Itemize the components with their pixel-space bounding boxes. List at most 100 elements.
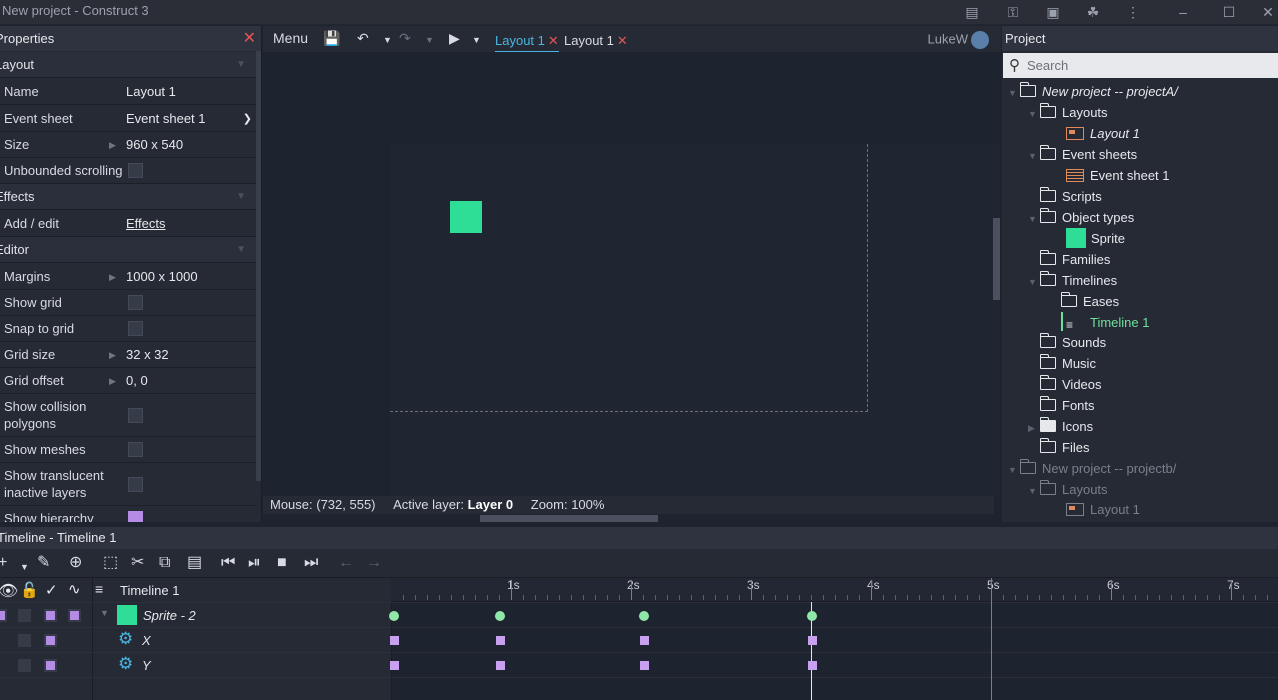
sprite-instance[interactable] bbox=[450, 201, 482, 233]
collapse-icon[interactable]: ▼ bbox=[236, 52, 246, 78]
tree-event-sheet-1[interactable]: Event sheet 1 bbox=[1066, 165, 1170, 186]
expand-arrow-icon[interactable]: ▼ bbox=[1028, 209, 1040, 230]
arrow-left-icon[interactable]: ← bbox=[338, 554, 354, 572]
add-keyframe-icon[interactable]: ⊕ bbox=[69, 554, 82, 572]
track-row-y[interactable]: ⚙ Y bbox=[0, 653, 1278, 678]
property-toggle[interactable] bbox=[18, 634, 31, 647]
property-keyframe[interactable] bbox=[390, 661, 399, 670]
tree-eases[interactable]: Eases bbox=[1060, 291, 1119, 312]
track-toggle[interactable] bbox=[18, 609, 31, 622]
tree-object-types[interactable]: ▼ Object types bbox=[1028, 207, 1134, 228]
property-keyframe[interactable] bbox=[390, 636, 399, 645]
collision-checkbox[interactable] bbox=[128, 408, 143, 423]
property-keyframe[interactable] bbox=[496, 661, 505, 670]
tree-videos[interactable]: Videos bbox=[1039, 374, 1102, 395]
collapse-icon[interactable]: ▼ bbox=[236, 184, 246, 210]
playhead[interactable] bbox=[991, 578, 992, 700]
expand-arrow-icon[interactable]: ▼ bbox=[1008, 83, 1020, 104]
expand-arrow-icon[interactable]: ▼ bbox=[1028, 272, 1040, 293]
more-menu-icon[interactable]: ⋮ bbox=[1123, 2, 1143, 22]
tree-event-sheets[interactable]: ▼ Event sheets bbox=[1028, 144, 1137, 165]
tree-scripts[interactable]: Scripts bbox=[1039, 186, 1102, 207]
tab-layout-1-second[interactable]: Layout 1 ✕ bbox=[564, 33, 628, 49]
hierarchy-checkbox[interactable] bbox=[128, 511, 143, 522]
property-toggle[interactable] bbox=[18, 659, 31, 672]
tree-files[interactable]: Files bbox=[1039, 437, 1089, 458]
expand-arrow-icon[interactable]: ▼ bbox=[1028, 146, 1040, 167]
tree-sounds[interactable]: Sounds bbox=[1039, 332, 1106, 353]
paste-icon[interactable]: ▤ bbox=[187, 554, 202, 572]
unbounded-checkbox[interactable] bbox=[128, 163, 143, 178]
collapse-track-icon[interactable]: ▼ bbox=[100, 608, 109, 618]
chevron-down-icon[interactable]: ❯ bbox=[243, 106, 252, 132]
skip-end-icon[interactable]: ⏭ bbox=[304, 554, 318, 572]
redo-icon[interactable]: ↷ bbox=[399, 30, 411, 47]
keyframe[interactable] bbox=[639, 611, 649, 621]
property-toggle[interactable] bbox=[44, 659, 57, 672]
close-tab-icon[interactable]: ✕ bbox=[548, 33, 559, 48]
expand-arrow-icon[interactable]: ▼ bbox=[1028, 104, 1040, 125]
keyframe[interactable] bbox=[389, 611, 399, 621]
addons-icon[interactable]: ☘ bbox=[1083, 2, 1103, 22]
expand-icon[interactable]: ▶ bbox=[109, 368, 116, 394]
tree-layouts[interactable]: ▼ Layouts bbox=[1028, 102, 1108, 123]
property-toggle[interactable] bbox=[44, 634, 57, 647]
key-icon[interactable]: ⚿ bbox=[1003, 2, 1023, 22]
show-grid-checkbox[interactable] bbox=[128, 295, 143, 310]
property-keyframe[interactable] bbox=[808, 636, 817, 645]
user-account[interactable]: LukeW bbox=[928, 31, 989, 49]
add-icon[interactable]: + bbox=[0, 554, 7, 572]
keyframe[interactable] bbox=[807, 611, 817, 621]
visibility-eye-icon[interactable]: 👁 bbox=[0, 581, 18, 601]
collapse-icon[interactable]: ▼ bbox=[236, 237, 246, 263]
undo-icon[interactable]: ↶ bbox=[357, 30, 369, 47]
property-keyframe[interactable] bbox=[496, 636, 505, 645]
snap-grid-checkbox[interactable] bbox=[128, 321, 143, 336]
tree-timelines[interactable]: ▼ Timelines bbox=[1028, 270, 1117, 291]
keyframe[interactable] bbox=[495, 611, 505, 621]
meshes-checkbox[interactable] bbox=[128, 442, 143, 457]
close-tab-icon[interactable]: ✕ bbox=[617, 33, 628, 48]
tree-project-a[interactable]: ▼ New project -- projectA/ bbox=[1008, 81, 1178, 102]
section-effects[interactable]: Effects ▼ bbox=[0, 184, 256, 210]
translucent-checkbox[interactable] bbox=[128, 477, 143, 492]
play-dropdown-icon[interactable]: ▼ bbox=[472, 35, 481, 45]
track-toggle[interactable] bbox=[0, 609, 7, 622]
track-toggle[interactable] bbox=[68, 609, 81, 622]
expand-arrow-icon[interactable]: ▼ bbox=[1008, 460, 1020, 481]
expand-icon[interactable]: ▶ bbox=[109, 132, 116, 158]
edit-pencil-icon[interactable]: ✎ bbox=[37, 554, 50, 572]
tree-music[interactable]: Music bbox=[1039, 353, 1096, 374]
check-icon[interactable]: ✓ bbox=[45, 581, 58, 599]
expand-icon[interactable]: ▶ bbox=[109, 342, 116, 368]
cut-icon[interactable]: ✂ bbox=[131, 554, 144, 572]
property-keyframe[interactable] bbox=[808, 661, 817, 670]
save-icon[interactable]: 💾 bbox=[323, 30, 340, 47]
tab-layout-1[interactable]: Layout 1 ✕ bbox=[495, 33, 559, 53]
section-layout[interactable]: Layout ▼ bbox=[0, 52, 256, 78]
expand-arrow-icon[interactable]: ▶ bbox=[1028, 418, 1040, 439]
lock-icon[interactable]: 🔓 bbox=[20, 581, 39, 599]
skip-start-icon[interactable]: ⏮ bbox=[221, 554, 235, 572]
tree-layout-1[interactable]: Layout 1 bbox=[1066, 123, 1140, 144]
file-sync-icon[interactable]: ▣ bbox=[1043, 2, 1063, 22]
tree-fonts[interactable]: Fonts bbox=[1039, 395, 1095, 416]
close-window-button[interactable]: ✕ bbox=[1258, 2, 1278, 22]
tree-layout-1-b[interactable]: Layout 1 bbox=[1066, 499, 1140, 520]
undo-dropdown-icon[interactable]: ▼ bbox=[383, 35, 392, 45]
effects-link[interactable]: Effects bbox=[126, 211, 166, 237]
expand-icon[interactable]: ▶ bbox=[109, 264, 116, 290]
search-input[interactable]: ⚲ Search bbox=[1003, 53, 1278, 78]
tree-icons[interactable]: ▶ Icons bbox=[1028, 416, 1093, 437]
tree-project-b[interactable]: ▼ New project -- projectb/ bbox=[1008, 458, 1176, 479]
layout-view[interactable] bbox=[263, 52, 1001, 496]
stop-icon[interactable]: ■ bbox=[277, 554, 287, 572]
expand-arrow-icon[interactable]: ▼ bbox=[1028, 481, 1040, 502]
section-editor[interactable]: Editor ▼ bbox=[0, 237, 256, 263]
property-keyframe[interactable] bbox=[640, 636, 649, 645]
layout-horizontal-scrollbar[interactable] bbox=[480, 515, 658, 522]
layout-vertical-scrollbar[interactable] bbox=[993, 218, 1000, 300]
minimize-button[interactable]: – bbox=[1173, 2, 1193, 22]
select-area-icon[interactable]: ⬚ bbox=[103, 554, 118, 572]
redo-dropdown-icon[interactable]: ▼ bbox=[425, 35, 434, 45]
